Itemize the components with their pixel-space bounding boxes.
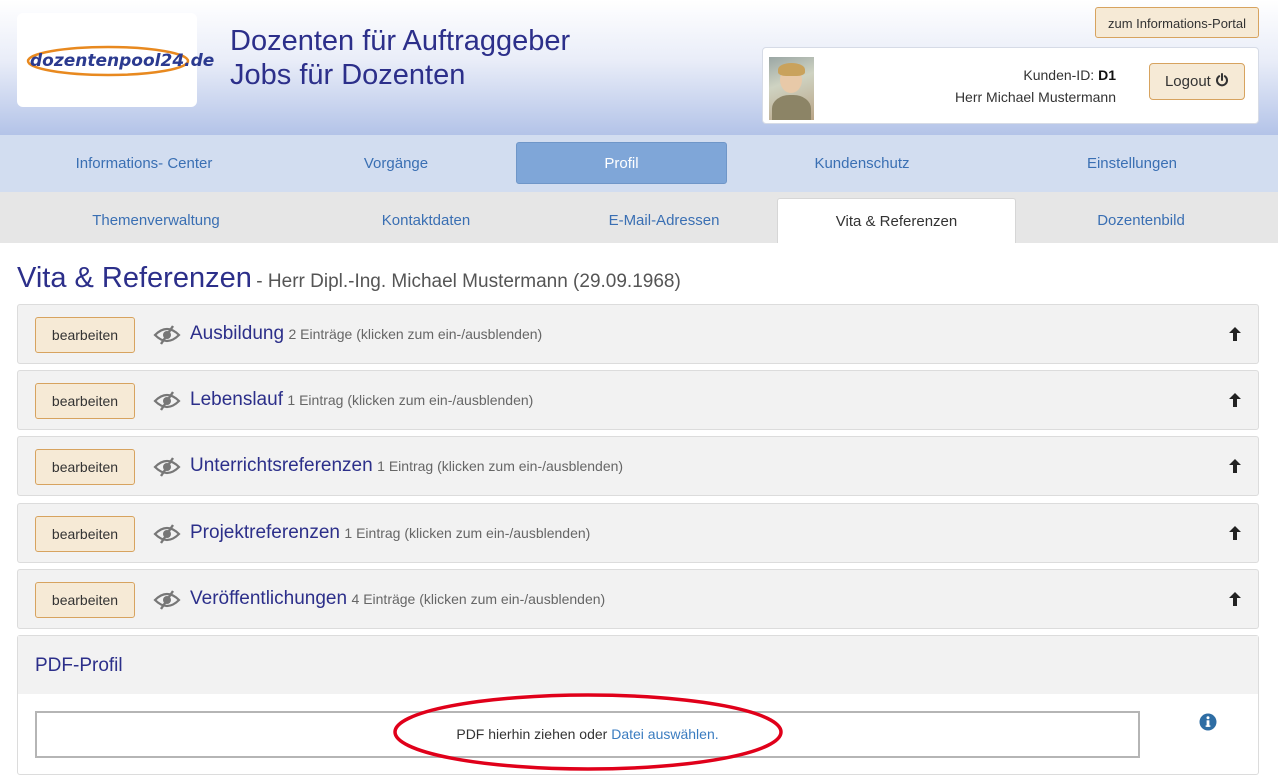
section-title[interactable]: Projektreferenzen 1 Eintrag (klicken zum… [190, 522, 590, 544]
main-nav: Informations- Center Vorgänge Profil Kun… [0, 135, 1278, 192]
section-count: 1 Eintrag (klicken zum ein-/ausblenden) [344, 525, 591, 541]
tab-email-adressen[interactable]: E-Mail-Adressen [550, 198, 778, 243]
logout-button[interactable]: Logout [1149, 63, 1245, 100]
arrow-up-icon[interactable] [1229, 393, 1241, 407]
tab-dozentenbild[interactable]: Dozentenbild [1027, 198, 1255, 243]
edit-button[interactable]: bearbeiten [35, 383, 135, 419]
edit-button[interactable]: bearbeiten [35, 582, 135, 618]
section-title[interactable]: Veröffentlichungen 4 Einträge (klicken z… [190, 588, 605, 610]
info-portal-button[interactable]: zum Informations-Portal [1095, 7, 1259, 38]
section-name: Ausbildung [190, 323, 285, 344]
section-unterrichtsreferenzen[interactable]: bearbeiten Unterrichtsreferenzen 1 Eintr… [17, 436, 1259, 496]
section-count: 1 Eintrag (klicken zum ein-/ausblenden) [287, 392, 534, 408]
customer-id-value: D1 [1098, 67, 1116, 83]
customer-id-label: Kunden-ID: [1023, 67, 1095, 83]
site-title: Dozenten für Auftraggeber Jobs für Dozen… [230, 24, 570, 92]
pdf-drop-text: PDF hierhin ziehen oder Datei auswählen. [37, 713, 1138, 756]
eye-slash-icon[interactable] [153, 457, 181, 477]
section-name: Unterrichtsreferenzen [190, 455, 373, 476]
edit-button[interactable]: bearbeiten [35, 516, 135, 552]
avatar [769, 57, 814, 120]
edit-button[interactable]: bearbeiten [35, 449, 135, 485]
page-title-sub: - Herr Dipl.-Ing. Michael Mustermann (29… [256, 271, 681, 292]
pdf-profile-panel: PDF-Profil PDF hierhin ziehen oder Datei… [17, 635, 1259, 775]
nav-profil[interactable]: Profil [516, 142, 727, 184]
tab-themenverwaltung[interactable]: Themenverwaltung [42, 198, 270, 243]
choose-file-link[interactable]: Datei auswählen. [611, 726, 718, 742]
page-title-main: Vita & Referenzen [17, 262, 252, 294]
eye-slash-icon[interactable] [153, 391, 181, 411]
section-name: Projektreferenzen [190, 522, 340, 543]
eye-slash-icon[interactable] [153, 325, 181, 345]
tab-kontaktdaten[interactable]: Kontaktdaten [312, 198, 540, 243]
pdf-profile-header: PDF-Profil [18, 636, 1258, 694]
info-circle-icon[interactable] [1199, 713, 1217, 731]
user-panel: Kunden-ID: D1 Herr Michael Mustermann Lo… [762, 47, 1259, 124]
page-title: Vita & Referenzen - Herr Dipl.-Ing. Mich… [17, 262, 681, 295]
section-projektreferenzen[interactable]: bearbeiten Projektreferenzen 1 Eintrag (… [17, 503, 1259, 563]
section-count: 2 Einträge (klicken zum ein-/ausblenden) [288, 326, 543, 342]
power-icon [1216, 73, 1228, 87]
tab-vita-referenzen[interactable]: Vita & Referenzen [777, 198, 1016, 243]
nav-einstellungen[interactable]: Einstellungen [1018, 135, 1246, 192]
arrow-up-icon[interactable] [1229, 526, 1241, 540]
section-title[interactable]: Unterrichtsreferenzen 1 Eintrag (klicken… [190, 455, 623, 477]
section-name: Lebenslauf [190, 389, 283, 410]
section-name: Veröffentlichungen [190, 588, 348, 609]
customer-id: Kunden-ID: D1 [1023, 67, 1116, 83]
nav-kundenschutz[interactable]: Kundenschutz [748, 135, 976, 192]
site-title-line2: Jobs für Dozenten [230, 59, 466, 91]
pdf-profile-title: PDF-Profil [35, 655, 123, 676]
site-title-line1: Dozenten für Auftraggeber [230, 25, 571, 57]
header: dozentenpool24.de Dozenten für Auftragge… [0, 0, 1278, 135]
eye-slash-icon[interactable] [153, 590, 181, 610]
section-count: 4 Einträge (klicken zum ein-/ausblenden) [351, 591, 606, 607]
logo-text: dozentenpool24.de [30, 51, 215, 71]
section-lebenslauf[interactable]: bearbeiten Lebenslauf 1 Eintrag (klicken… [17, 370, 1259, 430]
nav-vorgaenge[interactable]: Vorgänge [282, 135, 510, 192]
arrow-up-icon[interactable] [1229, 327, 1241, 341]
eye-slash-icon[interactable] [153, 524, 181, 544]
section-ausbildung[interactable]: bearbeiten Ausbildung 2 Einträge (klicke… [17, 304, 1259, 364]
edit-button[interactable]: bearbeiten [35, 317, 135, 353]
logout-label: Logout [1164, 73, 1211, 90]
pdf-drop-zone[interactable]: PDF hierhin ziehen oder Datei auswählen. [35, 711, 1140, 758]
section-count: 1 Eintrag (klicken zum ein-/ausblenden) [377, 458, 624, 474]
section-veroeffentlichungen[interactable]: bearbeiten Veröffentlichungen 4 Einträge… [17, 569, 1259, 629]
drop-instruction: PDF hierhin ziehen oder [456, 726, 608, 742]
user-name: Herr Michael Mustermann [954, 89, 1116, 105]
arrow-up-icon[interactable] [1229, 459, 1241, 473]
section-title[interactable]: Ausbildung 2 Einträge (klicken zum ein-/… [190, 323, 542, 345]
arrow-up-icon[interactable] [1229, 592, 1241, 606]
sub-nav: Themenverwaltung Kontaktdaten E-Mail-Adr… [0, 192, 1278, 243]
section-title[interactable]: Lebenslauf 1 Eintrag (klicken zum ein-/a… [190, 389, 533, 411]
logo[interactable]: dozentenpool24.de [17, 13, 214, 107]
nav-informations-center[interactable]: Informations- Center [30, 135, 258, 192]
